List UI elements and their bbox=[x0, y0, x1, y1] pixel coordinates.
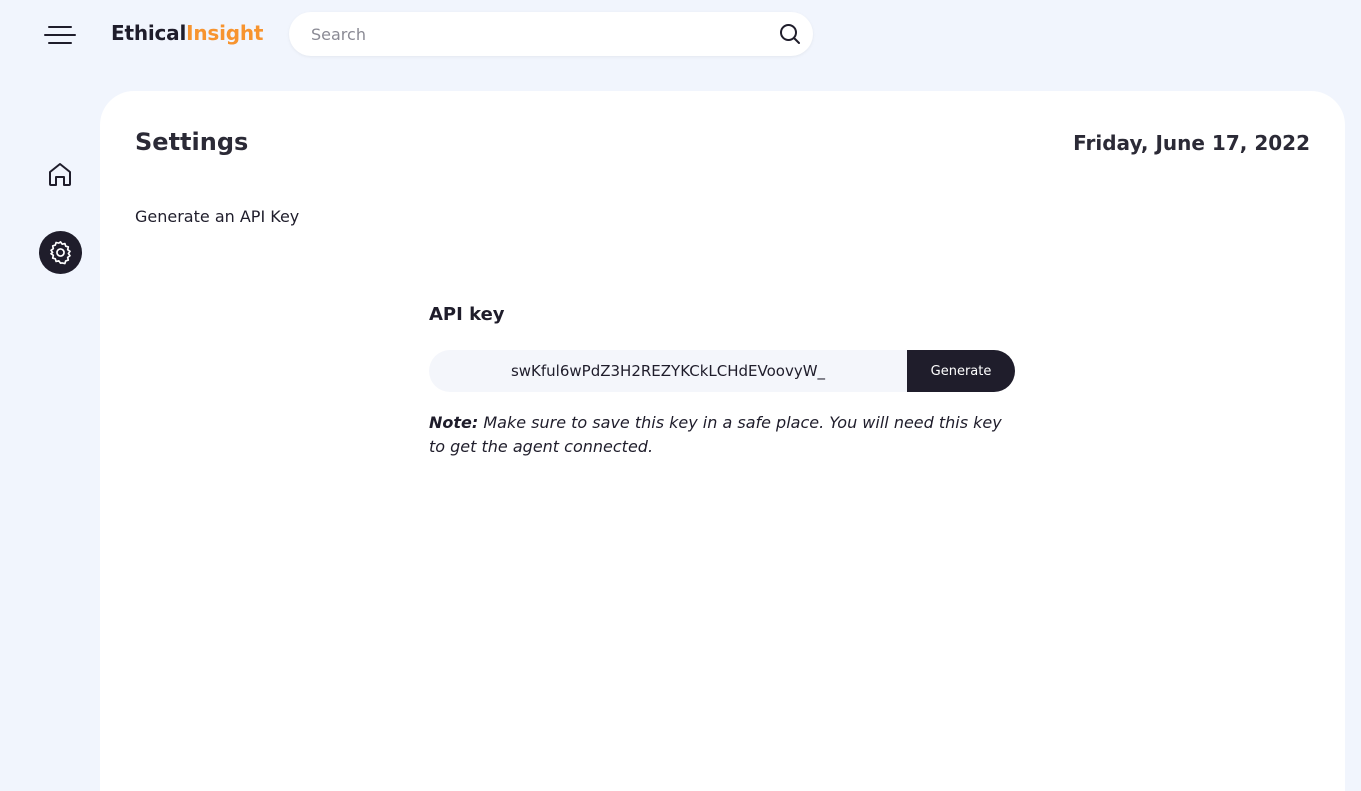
search-bar bbox=[289, 12, 813, 56]
search-input[interactable] bbox=[311, 12, 771, 56]
menu-toggle-icon[interactable] bbox=[44, 22, 78, 48]
page-title: Settings bbox=[135, 128, 249, 156]
settings-nav-button[interactable] bbox=[39, 231, 82, 274]
main-card: Settings Friday, June 17, 2022 Generate … bbox=[100, 91, 1345, 791]
section-subtitle: Generate an API Key bbox=[135, 207, 300, 226]
search-icon[interactable] bbox=[779, 23, 801, 45]
logo-part-ethical: Ethical bbox=[111, 21, 187, 45]
logo-part-insight: Insight bbox=[186, 21, 264, 45]
current-date: Friday, June 17, 2022 bbox=[1073, 131, 1310, 155]
logo[interactable]: EthicalInsight bbox=[111, 21, 263, 45]
api-key-input[interactable] bbox=[429, 350, 907, 392]
top-bar: EthicalInsight bbox=[0, 0, 1361, 70]
note-label: Note: bbox=[429, 413, 479, 432]
api-key-note: Note: Make sure to save this key in a sa… bbox=[429, 411, 1019, 459]
home-icon[interactable] bbox=[46, 160, 74, 188]
gear-icon bbox=[50, 241, 71, 265]
api-key-field: Generate bbox=[429, 350, 1015, 392]
note-text: Make sure to save this key in a safe pla… bbox=[429, 413, 1002, 456]
api-key-label: API key bbox=[429, 304, 505, 325]
generate-button[interactable]: Generate bbox=[907, 350, 1015, 392]
